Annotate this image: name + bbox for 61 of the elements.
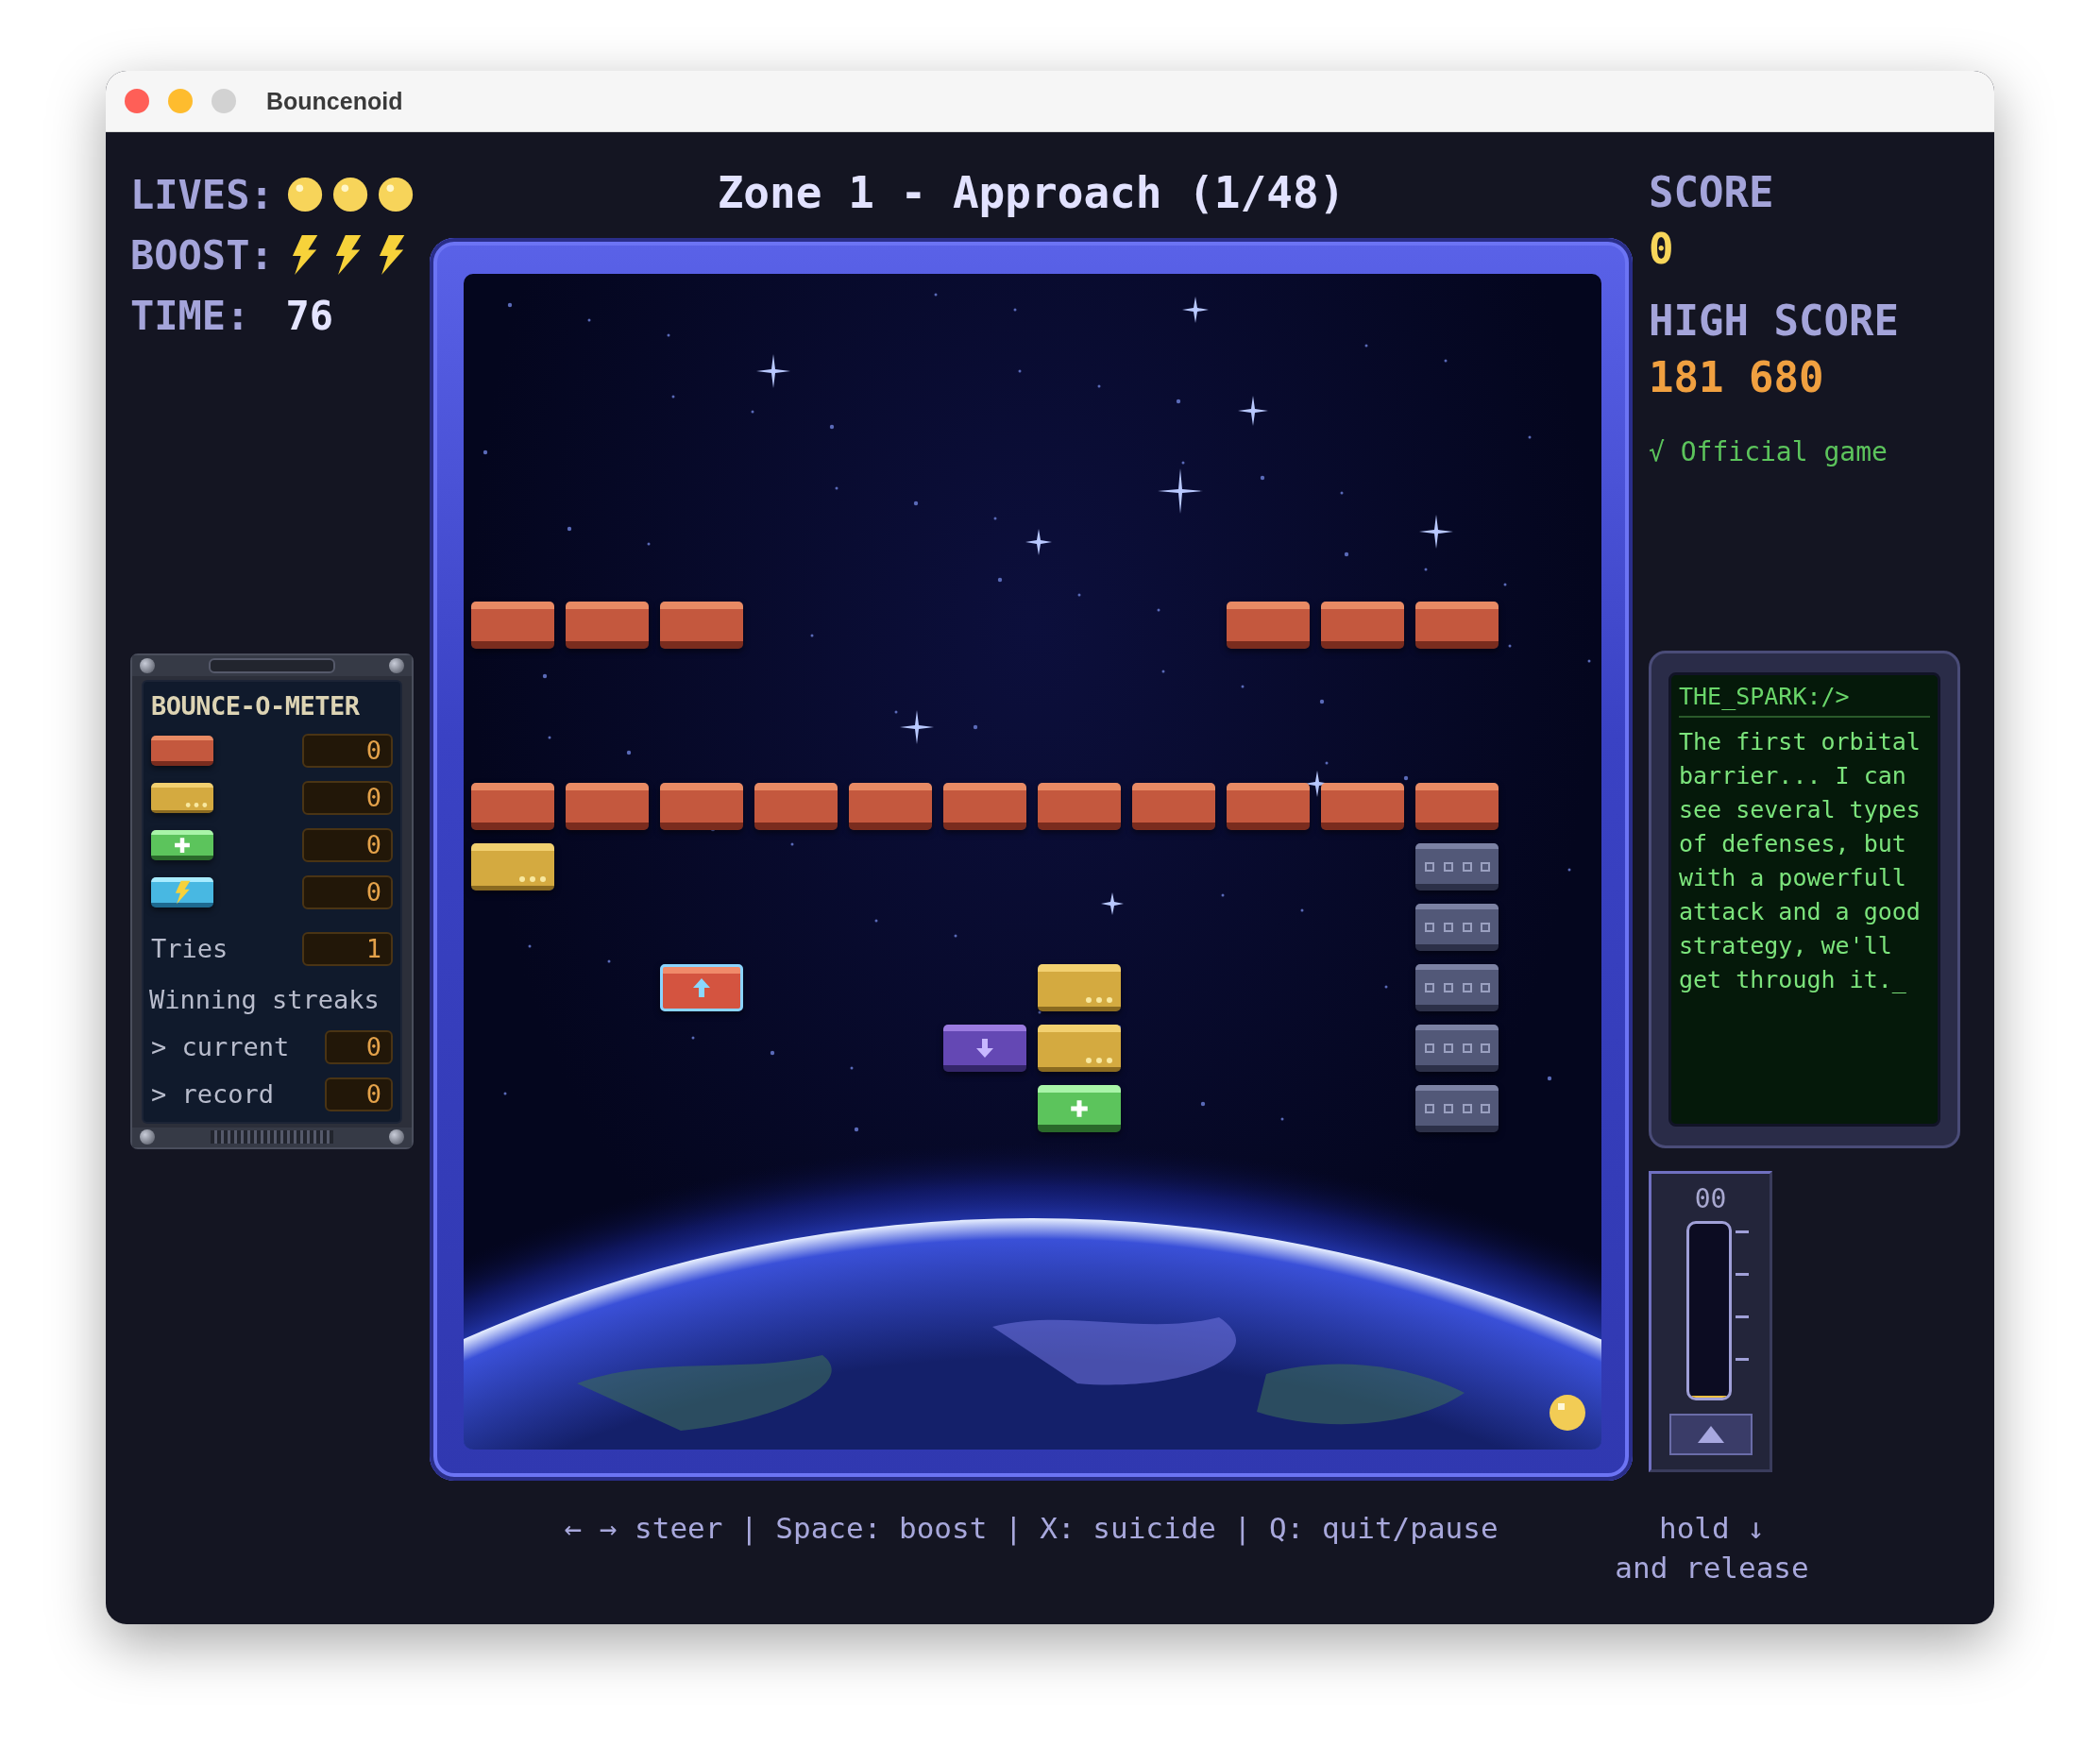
high-score-value: 181 680 xyxy=(1649,352,1825,403)
lives-label: LIVES: xyxy=(130,171,274,218)
plus-icon xyxy=(1070,1099,1089,1118)
window-title: Bouncenoid xyxy=(266,87,403,115)
screw-icon xyxy=(389,657,404,673)
counter-value: 0 xyxy=(325,1029,393,1064)
grille-icon xyxy=(211,1130,333,1145)
meter-title: BOUNCE-O-METER xyxy=(151,689,361,722)
tries-label: Tries xyxy=(151,934,229,963)
dots-icon xyxy=(1085,996,1113,1004)
squares-icon xyxy=(1424,922,1490,933)
time-value: 76 xyxy=(285,292,333,339)
screw-icon xyxy=(140,1129,155,1145)
counter-value: 0 xyxy=(325,1077,393,1111)
zone-title: Zone 1 - Approach (1/48) xyxy=(716,166,1346,220)
plus-icon xyxy=(174,836,191,854)
minimize-button[interactable] xyxy=(168,89,193,113)
boost-hint: hold ↓ xyxy=(1658,1510,1766,1547)
lightning-icon xyxy=(173,879,192,905)
boost-button[interactable] xyxy=(1668,1414,1753,1455)
time-label: TIME: xyxy=(130,292,250,339)
slot-icon xyxy=(209,657,335,673)
speaker-label: THE_SPARK:/> xyxy=(1679,683,1930,718)
streak-label: > current xyxy=(151,1032,290,1061)
star-icon xyxy=(1025,529,1052,555)
up-arrow-icon xyxy=(692,977,711,998)
squares-icon xyxy=(1424,861,1490,873)
squares-icon xyxy=(1424,1103,1490,1114)
dots-icon xyxy=(518,875,547,883)
close-button[interactable] xyxy=(125,89,149,113)
score-value: 0 xyxy=(1649,224,1675,275)
down-arrow-icon xyxy=(975,1038,994,1059)
boost-label: BOOST: xyxy=(130,231,274,279)
screw-icon xyxy=(140,657,155,673)
streaks-heading: Winning streaks xyxy=(149,983,381,1016)
screw-icon xyxy=(389,1129,404,1145)
boost-hint: and release xyxy=(1614,1550,1810,1586)
squares-icon xyxy=(1424,1043,1490,1054)
ball-icon xyxy=(377,176,414,213)
counter-value: 1 xyxy=(302,931,393,966)
meter-reading: 00 xyxy=(1694,1183,1727,1215)
ball-icon xyxy=(286,176,323,213)
dots-icon xyxy=(185,801,208,808)
dialog-text: The first orbital barrier... I can see several types of defenses, but with a powerfull attack and a good strategy, we'll get through it._ xyxy=(1679,727,1922,995)
score-label: SCORE xyxy=(1649,167,1775,218)
star-icon xyxy=(1182,297,1209,323)
counter-value: 0 xyxy=(302,827,393,862)
star-icon xyxy=(1101,892,1124,915)
streak-label: > record xyxy=(151,1079,275,1109)
counter-value: 0 xyxy=(302,874,393,909)
official-game-label: √ Official game xyxy=(1649,435,1888,469)
ball xyxy=(1549,1394,1586,1432)
controls-hint: ← → steer | Space: boost | X: suicide | Q: quit/pause xyxy=(563,1510,1499,1547)
brick xyxy=(151,735,213,766)
up-triangle-icon xyxy=(1696,1425,1725,1444)
high-score-label: HIGH SCORE xyxy=(1649,296,1900,347)
dots-icon xyxy=(1085,1057,1113,1064)
ball-icon xyxy=(331,176,368,213)
squares-icon xyxy=(1424,982,1490,993)
counter-value: 0 xyxy=(302,780,393,815)
counter-value: 0 xyxy=(302,733,393,768)
